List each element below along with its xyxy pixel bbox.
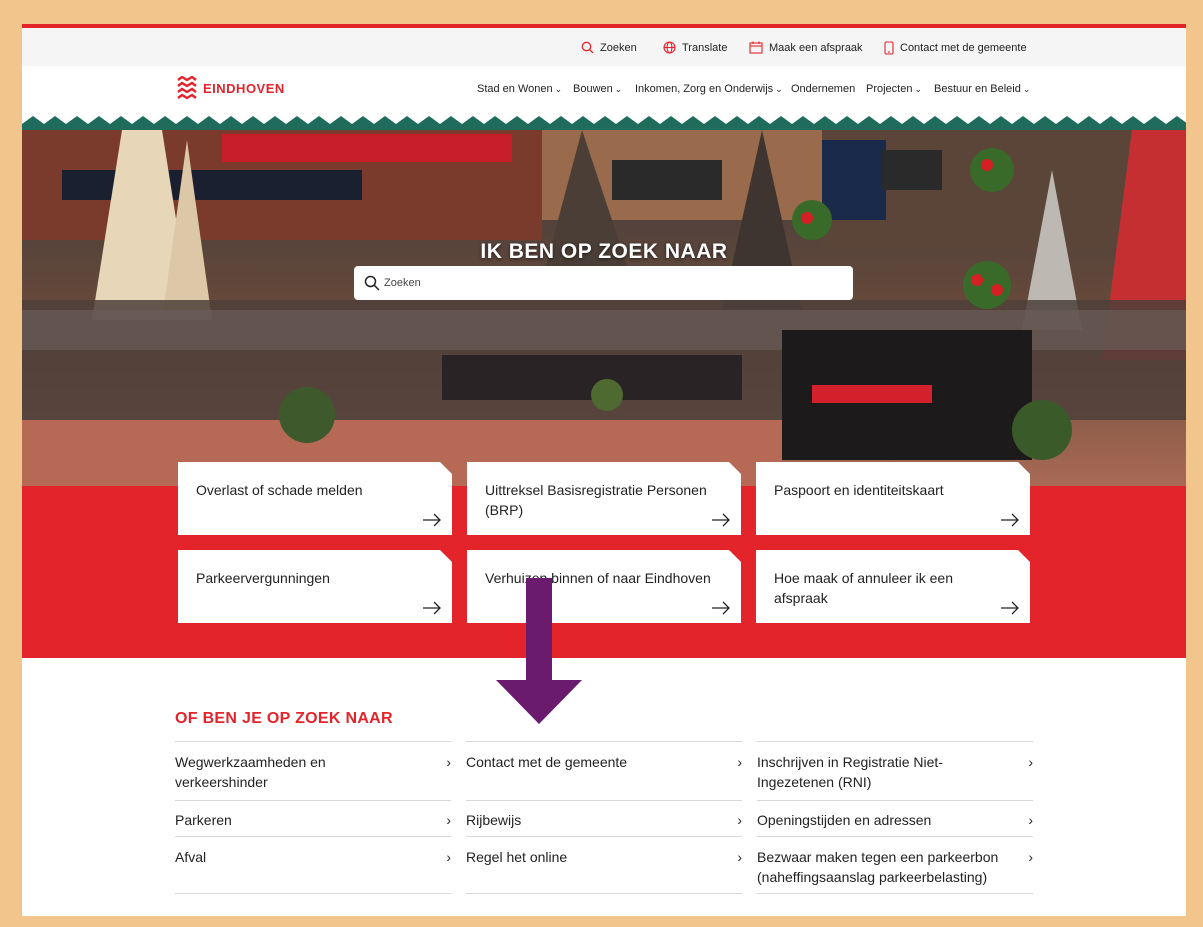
utility-contact-link[interactable]: Contact met de gemeente	[884, 41, 1027, 55]
nav-label: Inkomen, Zorg en Onderwijs	[635, 83, 774, 95]
link-label: Wegwerkzaamheden en verkeershinder	[175, 754, 326, 790]
nav-label: Bouwen	[573, 83, 613, 95]
link-afval[interactable]: Afval ›	[175, 837, 451, 893]
section-title: OF BEN JE OP ZOEK NAAR	[175, 710, 393, 727]
eindhoven-logo[interactable]: EINDHOVEN	[177, 76, 285, 100]
hero-heading: IK BEN OP ZOEK NAAR	[480, 240, 728, 263]
utility-contact-label: Contact met de gemeente	[900, 42, 1027, 54]
chevron-right-icon: ›	[1028, 812, 1033, 828]
link-openingstijden[interactable]: Openingstijden en adressen ›	[757, 800, 1033, 836]
chevron-down-icon: ⌄	[554, 84, 563, 94]
tile-parkeervergunningen[interactable]: Parkeervergunningen	[178, 550, 452, 623]
tile-label: Overlast of schade melden	[196, 482, 363, 498]
tile-label: Paspoort en identiteitskaart	[774, 482, 944, 498]
link-rijbewijs[interactable]: Rijbewijs ›	[466, 800, 742, 836]
chevron-down-icon: ⌄	[914, 84, 923, 94]
link-parkeren[interactable]: Parkeren ›	[175, 800, 451, 836]
link-label: Afval	[175, 849, 207, 865]
divider	[757, 893, 1033, 894]
utility-appointment-link[interactable]: Maak een afspraak	[749, 41, 863, 54]
annotation-arrow-down-icon	[496, 578, 582, 724]
link-label: Parkeren	[175, 812, 232, 828]
nav-label: Projecten	[866, 83, 913, 95]
chevron-down-icon: ⌄	[1022, 84, 1031, 94]
link-bezwaar-parkeerbon[interactable]: Bezwaar maken tegen een parkeerbon (nahe…	[757, 837, 1033, 893]
chevron-right-icon: ›	[1028, 754, 1033, 770]
calendar-icon	[749, 41, 763, 54]
utility-search-label: Zoeken	[600, 41, 637, 54]
globe-icon	[663, 41, 676, 54]
link-label: Regel het online	[466, 849, 568, 865]
utility-translate-label: Translate	[682, 41, 728, 54]
browser-page: Zoeken Translate Maak een afspraak Conta…	[22, 24, 1186, 916]
chevron-right-icon: ›	[737, 754, 742, 770]
chevron-right-icon: ›	[446, 754, 451, 770]
nav-projecten[interactable]: Projecten ⌄	[866, 83, 922, 95]
utility-translate-link[interactable]: Translate	[663, 41, 727, 54]
nav-label: Ondernemen	[791, 83, 856, 95]
chevron-right-icon: ›	[1028, 849, 1033, 865]
search-placeholder: Zoeken	[384, 277, 421, 289]
hero-photo: IK BEN OP ZOEK NAAR Zoeken	[22, 130, 1186, 486]
link-inschrijven-rni[interactable]: Inschrijven in Registratie Niet-Ingezete…	[757, 742, 1033, 800]
chevron-right-icon: ›	[737, 849, 742, 865]
arrow-right-icon	[423, 601, 441, 615]
link-label: Rijbewijs	[466, 812, 522, 828]
arrow-right-icon	[1001, 601, 1019, 615]
zigzag-divider	[22, 114, 1186, 130]
link-label: Openingstijden en adressen	[757, 812, 932, 828]
nav-bestuur-en-beleid[interactable]: Bestuur en Beleid ⌄	[934, 83, 1030, 95]
tile-label: Parkeervergunningen	[196, 570, 330, 586]
nav-label: Stad en Wonen	[477, 83, 553, 95]
arrow-right-icon	[1001, 513, 1019, 527]
nav-label: Bestuur en Beleid	[934, 83, 1021, 95]
arrow-right-icon	[423, 513, 441, 527]
link-contact-gemeente[interactable]: Contact met de gemeente ›	[466, 742, 742, 800]
hero-search-input[interactable]: Zoeken	[354, 266, 853, 300]
utility-search-link[interactable]: Zoeken	[581, 41, 637, 54]
chevron-right-icon: ›	[446, 849, 451, 865]
link-label: Inschrijven in Registratie Niet-Ingezete…	[757, 754, 943, 790]
link-wegwerkzaamheden[interactable]: Wegwerkzaamheden en verkeershinder ›	[175, 742, 451, 800]
nav-inkomen-zorg-onderwijs[interactable]: Inkomen, Zorg en Onderwijs ⌄	[635, 83, 783, 95]
tile-label: Uittreksel Basisregistratie Personen (BR…	[485, 482, 707, 518]
arrow-right-icon	[712, 601, 730, 615]
main-navigation: EINDHOVEN Stad en Wonen ⌄ Bouwen ⌄ Inkomen…	[22, 66, 1186, 118]
link-regel-online[interactable]: Regel het online ›	[466, 837, 742, 893]
divider	[175, 893, 451, 894]
tile-afspraak-maken[interactable]: Hoe maak of annuleer ik een afspraak	[756, 550, 1030, 623]
utility-bar: Zoeken Translate Maak een afspraak Conta…	[22, 28, 1186, 66]
search-icon	[364, 275, 380, 291]
chevron-down-icon: ⌄	[614, 84, 623, 94]
eindhoven-logo-icon	[177, 76, 197, 100]
utility-appointment-label: Maak een afspraak	[769, 41, 863, 54]
nav-bouwen[interactable]: Bouwen ⌄	[573, 83, 622, 95]
phone-icon	[884, 41, 894, 55]
link-label: Contact met de gemeente	[466, 754, 628, 770]
nav-stad-en-wonen[interactable]: Stad en Wonen ⌄	[477, 83, 562, 95]
search-icon	[581, 41, 594, 54]
divider	[466, 893, 742, 894]
link-label: Bezwaar maken tegen een parkeerbon (nahe…	[757, 849, 999, 885]
tile-uittreksel-brp[interactable]: Uittreksel Basisregistratie Personen (BR…	[467, 462, 741, 535]
hero-terrace-photo	[22, 130, 1186, 486]
chevron-right-icon: ›	[737, 812, 742, 828]
chevron-down-icon: ⌄	[775, 84, 783, 94]
chevron-right-icon: ›	[446, 812, 451, 828]
tile-overlast-melden[interactable]: Overlast of schade melden	[178, 462, 452, 535]
tile-paspoort-identiteitskaart[interactable]: Paspoort en identiteitskaart	[756, 462, 1030, 535]
nav-ondernemen[interactable]: Ondernemen	[791, 83, 855, 95]
tile-label: Hoe maak of annuleer ik een afspraak	[774, 570, 953, 606]
logo-wordmark: EINDHOVEN	[203, 80, 285, 96]
arrow-right-icon	[712, 513, 730, 527]
